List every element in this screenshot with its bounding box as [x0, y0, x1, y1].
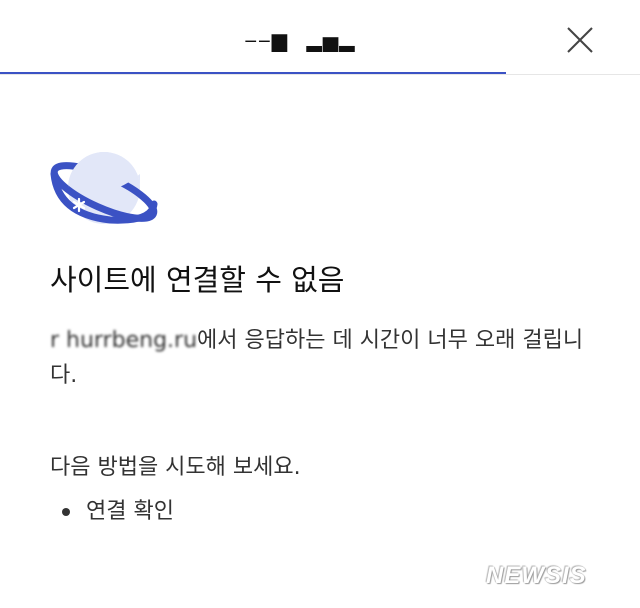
newsis-watermark: NEWSIS: [486, 562, 587, 589]
suggestions-list: 연결 확인: [62, 494, 174, 530]
site-hostname: r hurrbeng.ru: [50, 328, 198, 353]
loading-progress-bar: [0, 72, 506, 74]
close-button[interactable]: [560, 20, 600, 60]
suggestion-label: 연결 확인: [86, 499, 174, 524]
suggestion-check-connection: 연결 확인: [62, 494, 174, 530]
error-description: r hurrbeng.ru에서 응답하는 데 시간이 너무 오래 걸립니다.: [50, 323, 595, 393]
header-divider: [0, 74, 640, 75]
page-title-obscured: ‒‒▆ ▂▅▂: [244, 28, 356, 52]
suggestions-heading: 다음 방법을 시도해 보세요.: [50, 455, 301, 480]
error-title: 사이트에 연결할 수 없음: [50, 263, 345, 297]
header-bar: ‒‒▆ ▂▅▂: [0, 0, 640, 74]
close-icon: [567, 27, 593, 53]
planet-icon: [50, 152, 158, 224]
bullet-icon: [62, 508, 70, 516]
